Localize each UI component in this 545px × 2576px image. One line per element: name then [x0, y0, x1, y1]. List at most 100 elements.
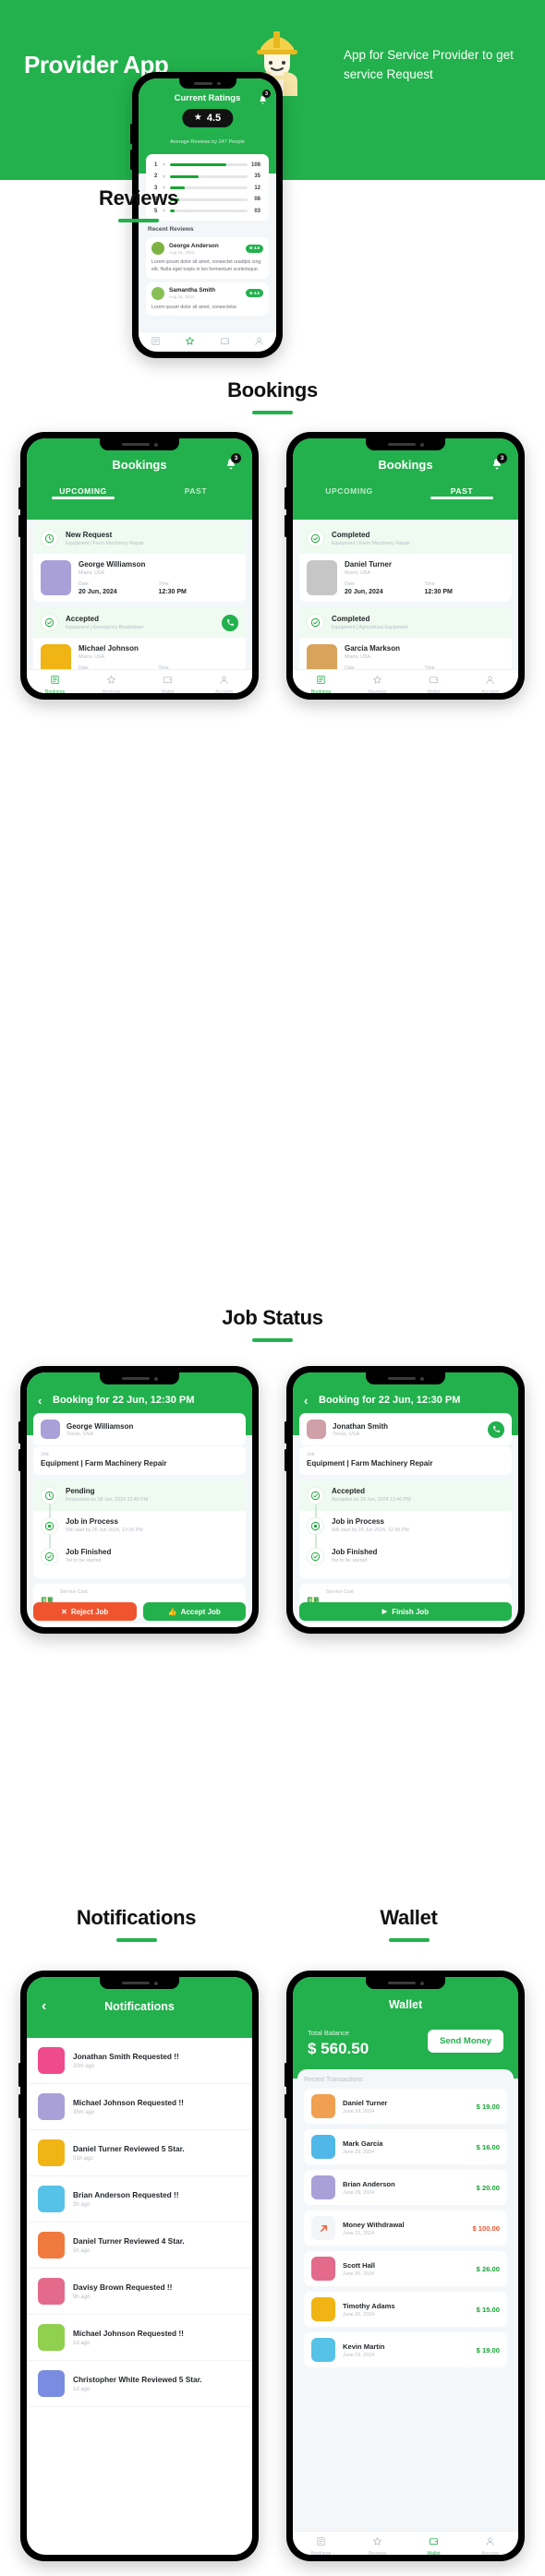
back-button[interactable]: ‹: [304, 1394, 308, 1408]
bookings-header-title: Bookings: [378, 458, 433, 472]
nav-item-wallet[interactable]: Wallet: [406, 2535, 462, 2555]
timeline-sub: Yet to be started: [66, 1558, 102, 1564]
notification-time: 20m ago: [73, 2064, 95, 2069]
transaction-item[interactable]: Brian Anderson June 29, 2024 $ 20.00: [304, 2170, 507, 2205]
nav-item-account[interactable]: Account: [462, 674, 518, 693]
rating-pill: ★ 4.5: [181, 109, 234, 127]
nav-item-bookings[interactable]: Bookings: [293, 674, 349, 693]
section-title: Notifications: [76, 1906, 197, 1929]
finish-job-button[interactable]: ▶ Finish Job: [299, 1602, 512, 1621]
transaction-name: Timothy Adams: [343, 2301, 395, 2310]
bookings-tabs[interactable]: UPCOMING PAST: [27, 486, 252, 499]
reviews-list: George Anderson Aug 24, 2024 ★ 4.5 Lorem…: [146, 237, 269, 319]
back-button[interactable]: ‹: [38, 1394, 42, 1408]
bookings-past-phone: Bookings 3 UPCOMING PAST Completed Equip…: [285, 432, 525, 700]
notification-item[interactable]: Michael Johnson Requested !! 1d ago: [27, 2315, 252, 2361]
avatar: [41, 560, 71, 595]
notification-item[interactable]: Michael Johnson Requested !! 35m ago: [27, 2084, 252, 2130]
job-status-accepted-screen: ‹ Booking for 22 Jun, 12:30 PM Jonathan …: [293, 1372, 518, 1627]
transaction-amount: $ 19.00: [476, 2345, 500, 2354]
bottom-nav[interactable]: Bookings Reviews Wallet Account: [293, 669, 518, 693]
bell-icon[interactable]: 3: [224, 453, 241, 475]
nav-item-reviews[interactable]: Reviews: [349, 674, 406, 693]
timeline-step: Job in Process Will start by 20 Jun 2024…: [299, 1511, 512, 1548]
nav-item-wallet[interactable]: Wallet: [406, 674, 462, 693]
section-rule: [388, 1938, 430, 1942]
notification-item[interactable]: Jonathan Smith Requested !! 20m ago: [27, 2038, 252, 2084]
nav-item-reviews[interactable]: Reviews: [349, 2535, 406, 2555]
booking-customer-name: Daniel Turner: [345, 560, 392, 569]
review-item: Samantha Smith Aug 24, 2024 ★ 4.5 Lorem …: [146, 282, 269, 316]
bookings-icon: [293, 674, 349, 689]
transaction-item[interactable]: Scott Hall June 20, 2024 $ 26.00: [304, 2251, 507, 2286]
accept-job-label: Accept Job: [180, 1607, 221, 1616]
nav-item-account[interactable]: Account: [462, 2535, 518, 2555]
booking-item[interactable]: New Request Equipment | Farm Machinery R…: [33, 523, 246, 602]
bookings-tabs[interactable]: UPCOMING PAST: [293, 486, 518, 499]
avatar: [38, 2278, 65, 2305]
transaction-date: June 20, 2024: [343, 2270, 375, 2277]
reviews-icon: [83, 674, 139, 689]
date-label: Date: [345, 581, 355, 587]
transaction-item[interactable]: Money Withdrawal June 21, 2024 $ 100.00: [304, 2211, 507, 2246]
call-button[interactable]: [222, 614, 238, 631]
nav-item-account[interactable]: Account: [242, 335, 276, 352]
call-button[interactable]: [488, 1420, 504, 1438]
customer-name: Jonathan Smith: [333, 1421, 389, 1431]
nav-label: Reviews: [368, 2551, 387, 2555]
job-status-accepted-phone: ‹ Booking for 22 Jun, 12:30 PM Jonathan …: [285, 1366, 525, 1634]
check-circle-icon: [307, 614, 324, 631]
booking-status: New Request: [66, 531, 113, 539]
bookings-icon: [293, 2535, 349, 2550]
tab-past[interactable]: PAST: [139, 486, 252, 496]
back-button[interactable]: ‹: [42, 1998, 46, 2015]
nav-item-wallet[interactable]: Wallet: [139, 674, 196, 693]
section-rule: [252, 411, 293, 414]
notification-item[interactable]: Davisy Brown Requested !! 9h ago: [27, 2269, 252, 2315]
accept-job-button[interactable]: 👍 Accept Job: [142, 1602, 246, 1621]
notification-time: 1d ago: [73, 2341, 91, 2346]
balance-block: Total Balance $ 560.50: [308, 2029, 369, 2058]
send-money-button[interactable]: Send Money: [428, 2030, 503, 2053]
tab-upcoming[interactable]: UPCOMING: [293, 486, 406, 496]
reject-job-button[interactable]: ✕ Reject Job: [33, 1602, 137, 1621]
transaction-item[interactable]: Timothy Adams June 20, 2024 $ 15.00: [304, 2292, 507, 2327]
notification-item[interactable]: Brian Anderson Requested !! 3h ago: [27, 2176, 252, 2223]
wallet-icon: [406, 2535, 462, 2550]
bell-icon[interactable]: 3: [258, 90, 271, 110]
notification-item[interactable]: Daniel Turner Reviewed 4 Star. 5h ago: [27, 2223, 252, 2269]
job-label: Job: [41, 1452, 49, 1457]
bookings-icon: [27, 674, 83, 689]
job-action-buttons: ✕ Reject Job 👍 Accept Job: [33, 1602, 246, 1621]
customer-card: Jonathan Smith Texas, USA: [299, 1413, 512, 1445]
transaction-name: Brian Anderson: [343, 2179, 395, 2188]
nav-item-wallet[interactable]: Wallet: [208, 335, 242, 352]
tab-upcoming[interactable]: UPCOMING: [27, 486, 139, 499]
nav-item-reviews[interactable]: Reviews: [83, 674, 139, 693]
bell-icon[interactable]: 3: [490, 453, 507, 475]
transaction-item[interactable]: Mark Garcia June 29, 2024 $ 16.00: [304, 2129, 507, 2164]
avatar: [38, 2186, 65, 2212]
balance-value: $ 560.50: [308, 2040, 369, 2057]
avatar: [311, 2257, 335, 2281]
nav-label: Reviews: [173, 351, 207, 352]
bottom-nav[interactable]: Bookings Reviews Wallet Account: [293, 2531, 518, 2555]
transaction-item[interactable]: Kevin Martin June 19, 2024 $ 19.00: [304, 2332, 507, 2367]
bottom-nav[interactable]: Bookings Reviews Wallet Account: [139, 331, 276, 352]
nav-item-reviews[interactable]: Reviews: [173, 335, 207, 352]
transaction-date: June 29, 2024: [343, 2149, 375, 2155]
tab-past[interactable]: PAST: [406, 486, 518, 499]
nav-item-account[interactable]: Account: [196, 674, 252, 693]
notifications-list: Jonathan Smith Requested !! 20m ago Mich…: [27, 2038, 252, 2407]
notification-item[interactable]: Christopher White Reviewed 5 Star. 1d ag…: [27, 2361, 252, 2407]
bottom-nav[interactable]: Bookings Reviews Wallet Account: [27, 669, 252, 693]
nav-item-bookings[interactable]: Bookings: [27, 674, 83, 693]
notification-item[interactable]: Daniel Turner Reviewed 5 Star. 01h ago: [27, 2130, 252, 2176]
timeline-title: Job Finished: [66, 1548, 112, 1556]
transaction-item[interactable]: Daniel Turner June 29, 2024 $ 19.00: [304, 2089, 507, 2124]
booking-item[interactable]: Completed Equipment | Farm Machinery Rep…: [299, 523, 512, 602]
nav-item-bookings[interactable]: Bookings: [293, 2535, 349, 2555]
close-icon: ✕: [61, 1607, 67, 1616]
nav-item-bookings[interactable]: Bookings: [139, 335, 173, 352]
rating-bar: [170, 174, 248, 178]
